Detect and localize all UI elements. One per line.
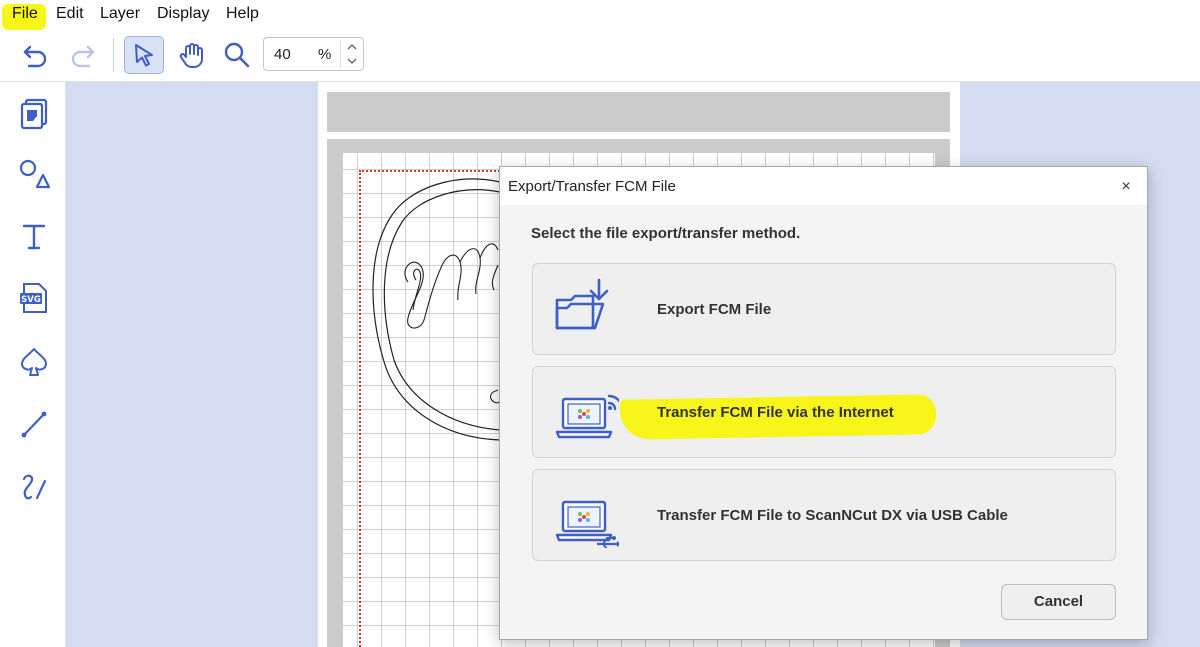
menu-display[interactable]: Display <box>157 5 209 23</box>
dialog-titlebar: Export/Transfer FCM File × <box>500 167 1147 205</box>
toolbar-separator <box>113 38 114 72</box>
close-button[interactable]: × <box>1114 176 1138 198</box>
folder-download-icon <box>555 278 609 330</box>
dialog-instruction: Select the file export/transfer method. <box>531 225 801 242</box>
hand-icon <box>179 43 203 69</box>
menu-layer[interactable]: Layer <box>100 5 140 23</box>
shapes-icon <box>19 159 51 189</box>
transfer-via-internet-option[interactable]: Transfer FCM File via the Internet <box>532 366 1116 458</box>
menu-edit[interactable]: Edit <box>56 5 84 23</box>
toolbar: 40 % <box>0 30 1200 82</box>
svg-import-tool[interactable]: SVG <box>14 278 54 318</box>
select-tool-button[interactable] <box>124 36 164 74</box>
freehand-tool[interactable] <box>14 466 54 506</box>
transfer-via-usb-option[interactable]: Transfer FCM File to ScanNCut DX via USB… <box>532 469 1116 561</box>
line-tool[interactable] <box>14 404 54 444</box>
transfer-via-usb-label: Transfer FCM File to ScanNCut DX via USB… <box>657 507 1008 524</box>
svg-file-icon: SVG <box>20 283 47 313</box>
arrow-cursor-icon <box>135 44 153 67</box>
magnifier-icon <box>224 42 250 68</box>
menu-help[interactable]: Help <box>226 5 259 23</box>
cancel-button[interactable]: Cancel <box>1001 584 1116 620</box>
redo-button[interactable] <box>62 36 102 74</box>
line-icon <box>21 411 47 438</box>
text-icon <box>22 224 46 250</box>
export-transfer-dialog: Export/Transfer FCM File × Select the fi… <box>499 166 1148 640</box>
mat-header-bar <box>327 92 950 132</box>
spade-outline-icon <box>21 348 47 376</box>
zoom-value[interactable]: 40 <box>274 46 291 63</box>
undo-icon <box>23 45 47 68</box>
svg-text:SVG: SVG <box>21 295 41 305</box>
zoom-tool-button[interactable] <box>217 36 257 74</box>
shapes-tool[interactable] <box>14 154 54 194</box>
dialog-title: Export/Transfer FCM File <box>508 178 676 195</box>
transfer-via-internet-label: Transfer FCM File via the Internet <box>657 404 894 421</box>
object-tool[interactable] <box>14 94 54 134</box>
export-fcm-file-label: Export FCM File <box>657 301 772 318</box>
zoom-stepper[interactable] <box>340 40 362 68</box>
chevron-up-icon[interactable] <box>341 40 363 54</box>
text-tool[interactable] <box>14 216 54 256</box>
zoom-field[interactable]: 40 % <box>263 37 364 71</box>
menu-file[interactable]: File <box>12 5 38 23</box>
laptop-usb-icon <box>555 500 619 548</box>
undo-button[interactable] <box>16 36 56 74</box>
freehand-line-icon <box>22 474 47 500</box>
tool-sidebar: SVG <box>0 82 66 647</box>
chevron-down-icon[interactable] <box>341 54 363 68</box>
export-fcm-file-option[interactable]: Export FCM File <box>532 263 1116 355</box>
pattern-icon <box>20 98 48 130</box>
pan-tool-button[interactable] <box>172 36 212 74</box>
menu-bar: File Edit Layer Display Help <box>0 0 1200 30</box>
zoom-unit: % <box>318 46 332 63</box>
redo-icon <box>71 45 95 68</box>
outline-tool[interactable] <box>14 342 54 382</box>
design-artwork[interactable] <box>360 170 505 450</box>
laptop-wireless-icon <box>555 394 619 439</box>
